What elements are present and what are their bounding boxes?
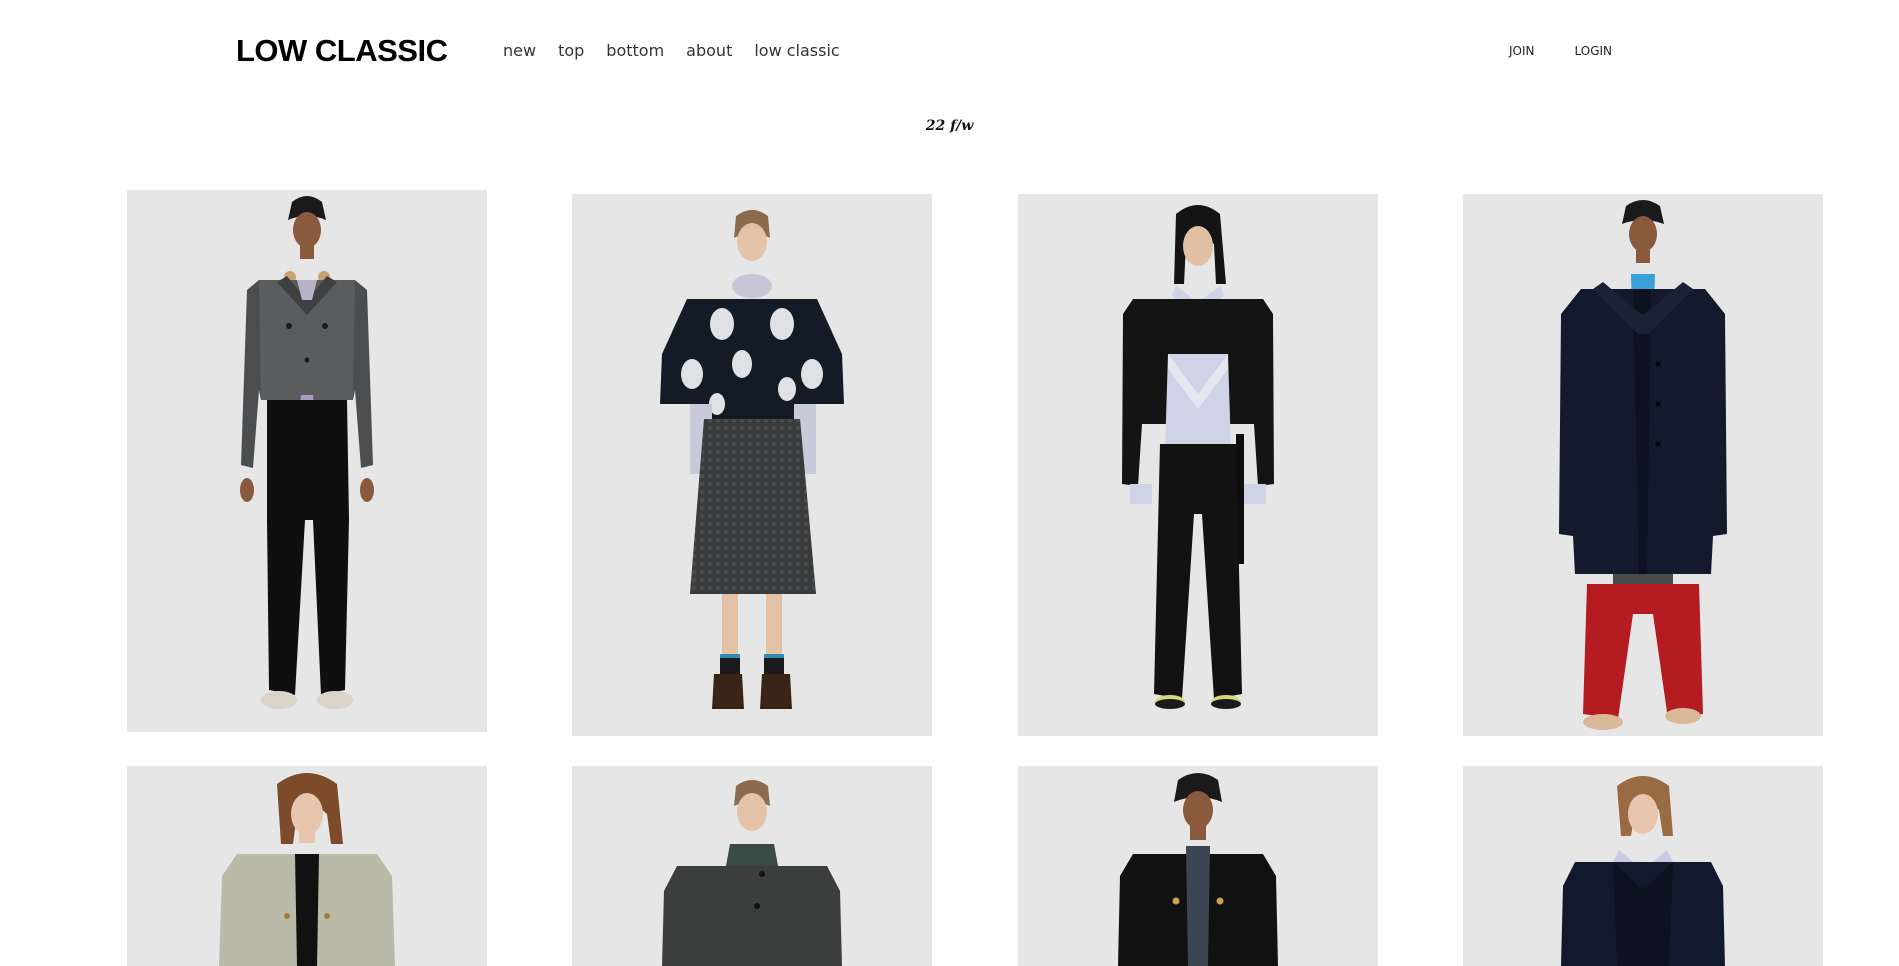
product-card[interactable] [127, 190, 487, 732]
product-card[interactable] [572, 194, 932, 736]
product-card[interactable] [572, 766, 932, 966]
product-image [1463, 194, 1823, 736]
product-image [127, 190, 487, 732]
product-image [1018, 194, 1378, 736]
product-image [1463, 766, 1823, 966]
product-grid [0, 0, 1899, 966]
product-image [572, 194, 932, 736]
product-card[interactable] [1463, 766, 1823, 966]
product-image [572, 766, 932, 966]
product-card[interactable] [1018, 766, 1378, 966]
product-image [1018, 766, 1378, 966]
product-card[interactable] [127, 766, 487, 966]
product-card[interactable] [1463, 194, 1823, 736]
product-card[interactable] [1018, 194, 1378, 736]
product-image [127, 766, 487, 966]
